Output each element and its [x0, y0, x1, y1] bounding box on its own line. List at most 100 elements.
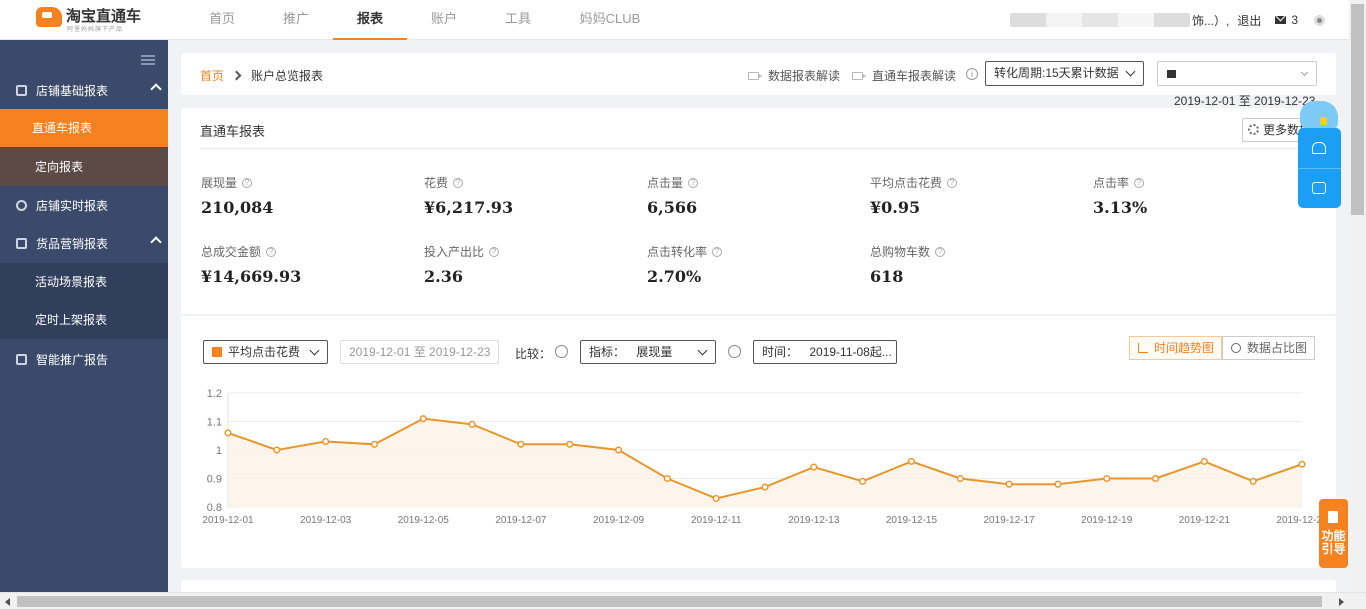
help-icon[interactable]: ?: [935, 246, 946, 257]
ztc-report-guide-link[interactable]: 直通车报表解读: [852, 67, 956, 84]
metric-label: 展现量: [201, 176, 238, 190]
scroll-right-icon[interactable]: [1339, 598, 1344, 606]
chevron-down-icon: [309, 345, 320, 356]
help-icon[interactable]: ?: [712, 246, 723, 257]
metric-label: 花费: [424, 176, 449, 190]
date-range-picker[interactable]: [1157, 61, 1317, 86]
sidebar-item-event-scene-report[interactable]: 活动场景报表: [0, 263, 168, 301]
metric-total-gmv[interactable]: 总成交金额? ¥14,669.93: [201, 243, 401, 286]
help-icon[interactable]: ?: [242, 177, 253, 188]
data-point: [1103, 474, 1111, 483]
y-tick-label: 0.9: [207, 474, 222, 486]
metric-click-conversion[interactable]: 点击转化率? 2.70%: [647, 243, 847, 286]
scroll-left-icon[interactable]: [5, 598, 10, 606]
sidebar-group-label: 智能推广报告: [36, 352, 109, 367]
metric-label: 点击率: [1093, 176, 1130, 190]
metric-value: ¥14,669.93: [201, 267, 302, 286]
help-icon[interactable]: ?: [453, 177, 464, 188]
data-point: [322, 437, 330, 446]
user-name-suffix: 饰...）,: [1192, 13, 1230, 28]
data-point: [566, 440, 574, 448]
data-point: [810, 463, 818, 471]
share-view-button[interactable]: 数据占比图: [1222, 336, 1316, 360]
collapse-sidebar-icon[interactable]: [141, 55, 155, 65]
info-icon[interactable]: i: [966, 68, 978, 80]
feature-guide-button[interactable]: 功能引导: [1319, 499, 1348, 568]
breadcrumb-current: 账户总览报表: [251, 69, 324, 83]
gear-icon: [1248, 124, 1259, 135]
metric-clicks[interactable]: 点击量? 6,566: [647, 174, 847, 217]
help-icon[interactable]: ?: [489, 246, 500, 257]
logout-link[interactable]: 退出: [1237, 12, 1261, 29]
metric-value: 618: [870, 267, 904, 286]
chart-date-range-input[interactable]: 2019-12-01 至 2019-12-23: [340, 340, 499, 364]
scrollbar-thumb[interactable]: [1351, 4, 1364, 215]
help-icon[interactable]: ?: [1134, 177, 1145, 188]
mail-count[interactable]: 3: [1291, 13, 1298, 27]
scrollbar-thumb[interactable]: [17, 596, 1322, 607]
nav-home[interactable]: 首页: [185, 0, 259, 40]
settings-icon[interactable]: [1314, 14, 1326, 26]
sidebar-group-label: 店铺基础报表: [36, 83, 109, 98]
metric-label: 点击量: [647, 176, 684, 190]
nav-mama-club[interactable]: 妈妈CLUB: [555, 0, 665, 40]
metric-value: 6,566: [647, 198, 698, 217]
next-panel: [181, 580, 1336, 592]
metric-cart-count[interactable]: 总购物车数? 618: [870, 243, 1070, 286]
chat-icon[interactable]: [1312, 182, 1326, 194]
chevron-down-icon: [1125, 66, 1136, 77]
nav-tools[interactable]: 工具: [481, 0, 555, 40]
help-icon[interactable]: ?: [266, 246, 277, 257]
breadcrumb-panel: 首页 账户总览报表 数据报表解读 直通车报表解读 i 转化周期:15天累计数据: [181, 53, 1336, 95]
user-name-redacted[interactable]: [1010, 13, 1190, 27]
mascot-icon[interactable]: [1300, 101, 1338, 129]
mail-icon[interactable]: [1275, 16, 1287, 24]
x-tick-label: 2019-12-11: [691, 515, 742, 526]
compare-time-radio[interactable]: [728, 345, 741, 358]
data-report-guide-link[interactable]: 数据报表解读: [748, 67, 840, 84]
metric-avg-cpc[interactable]: 平均点击花费? ¥0.95: [870, 174, 1070, 217]
conversion-cycle-select[interactable]: 转化周期:15天累计数据: [985, 61, 1144, 86]
compare-indicator-radio[interactable]: [555, 345, 568, 358]
x-tick-label: 2019-12-03: [300, 515, 352, 526]
nav-promotion[interactable]: 推广: [259, 0, 333, 40]
chevron-down-icon: [697, 345, 708, 356]
breadcrumb: 首页 账户总览报表: [200, 67, 323, 84]
vertical-scrollbar[interactable]: [1349, 0, 1366, 592]
metric-cost[interactable]: 花费? ¥6,217.93: [424, 174, 624, 217]
breadcrumb-home[interactable]: 首页: [200, 67, 224, 84]
sidebar-item-targeting-report[interactable]: 定向报表: [0, 148, 168, 186]
video-icon: [852, 71, 866, 80]
section-separator: [181, 314, 1336, 316]
trend-chart[interactable]: 1.2 1.1 1 0.9 0.82019-12-01 2019-12-03 2019-12…: [181, 380, 1336, 560]
help-icon[interactable]: ?: [688, 177, 699, 188]
data-point: [761, 483, 769, 491]
logo[interactable]: 淘宝直通车 阿里妈妈旗下产品: [36, 4, 156, 34]
pie-chart-icon: [1231, 343, 1242, 353]
metric-roi[interactable]: 投入产出比? 2.36: [424, 243, 624, 286]
trend-view-label: 时间趋势图: [1154, 341, 1215, 355]
indicator-select[interactable]: 指标： 展现量: [580, 340, 716, 364]
floating-toolbar: [1298, 128, 1341, 208]
sidebar-group-store-realtime[interactable]: 店铺实时报表: [0, 186, 168, 224]
nav-reports[interactable]: 报表: [333, 0, 407, 40]
sidebar-item-scheduled-listing-report[interactable]: 定时上架报表: [0, 301, 168, 339]
chart-metric-select[interactable]: 平均点击花费: [203, 340, 328, 364]
trend-view-button[interactable]: 时间趋势图: [1129, 336, 1223, 360]
bell-icon[interactable]: [1312, 142, 1326, 154]
sidebar-group-goods-marketing[interactable]: 货品营销报表: [0, 224, 168, 262]
chevron-up-icon: [150, 236, 162, 248]
sidebar-group-smart-promotion[interactable]: 智能推广报告: [0, 340, 168, 378]
chart-view-toggle: 时间趋势图 数据占比图: [1129, 336, 1316, 360]
sidebar-group-store-basic[interactable]: 店铺基础报表: [0, 71, 168, 109]
data-point: [907, 457, 916, 465]
metric-label: 点击转化率: [647, 245, 708, 259]
compare-time-input[interactable]: 时间： 2019-11-08起...: [753, 340, 897, 364]
metric-ctr[interactable]: 点击率? 3.13%: [1093, 174, 1293, 217]
sidebar-item-ztc-report[interactable]: 直通车报表: [0, 109, 168, 147]
metric-impressions[interactable]: 展现量? 210,084: [201, 174, 401, 217]
horizontal-scrollbar[interactable]: [0, 592, 1366, 609]
car-logo-icon: [36, 7, 62, 27]
nav-account[interactable]: 账户: [407, 0, 481, 40]
help-icon[interactable]: ?: [947, 177, 958, 188]
